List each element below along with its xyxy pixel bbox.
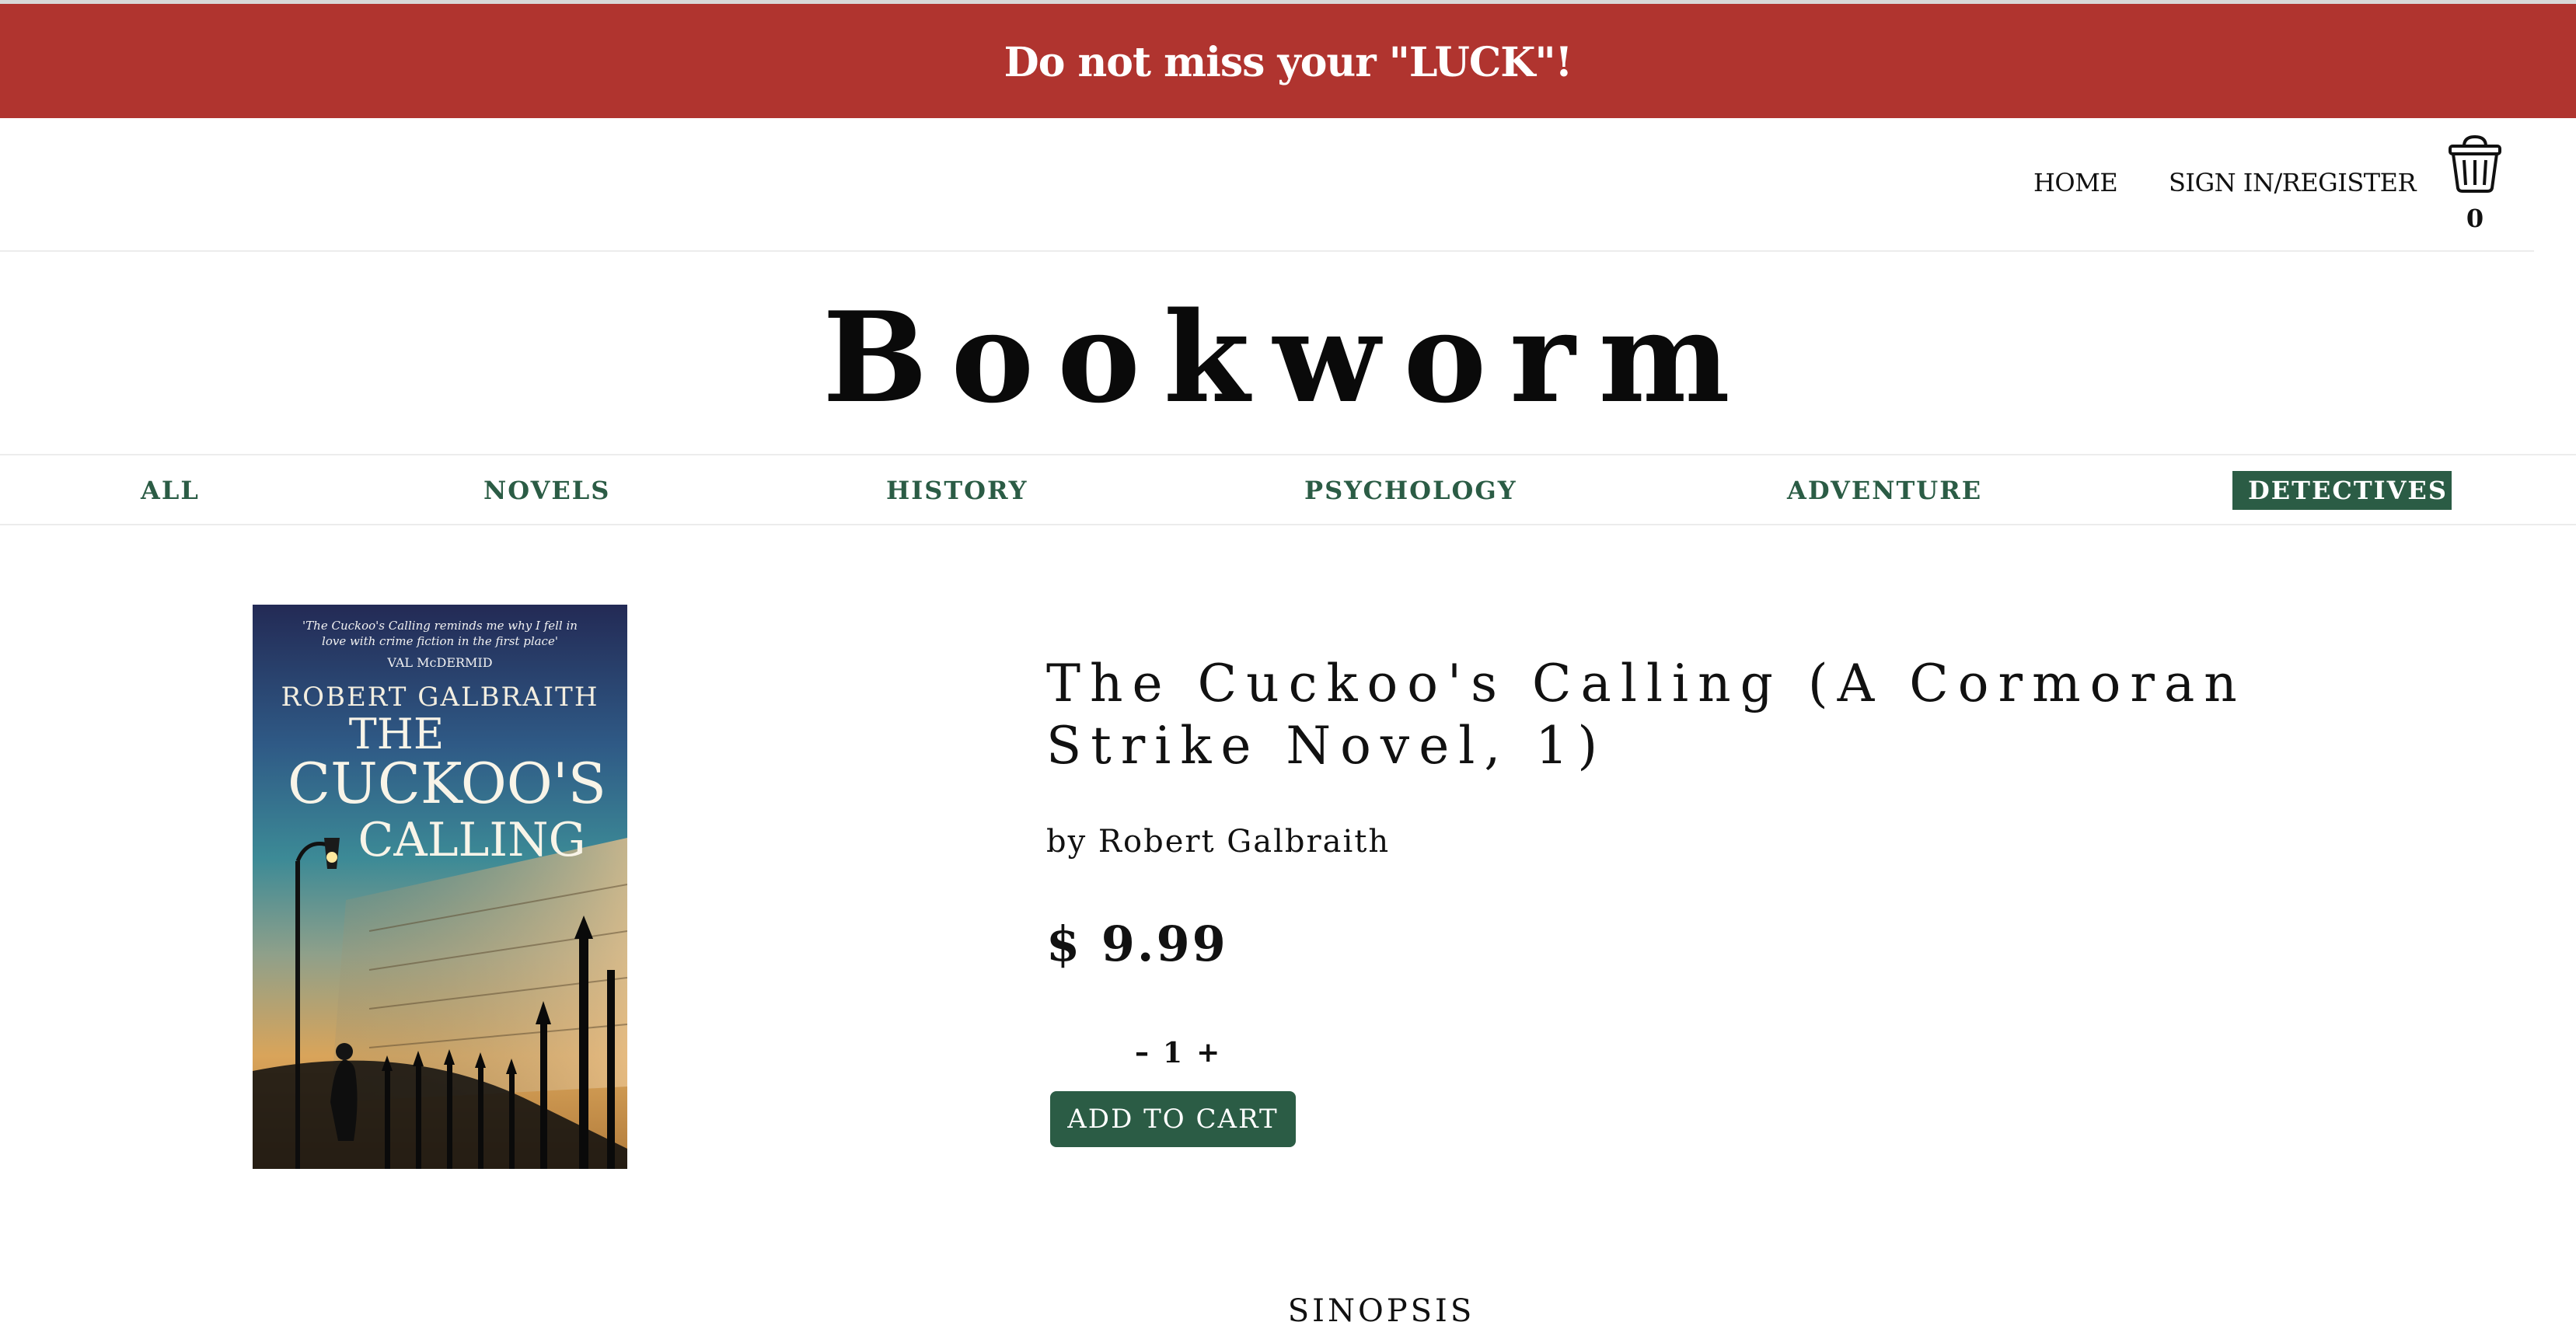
increase-quantity-button[interactable]: + xyxy=(1196,1034,1220,1073)
cover-author: ROBERT GALBRAITH xyxy=(281,682,599,713)
product-price: $ 9.99 xyxy=(1046,916,1228,972)
category-history[interactable]: HISTORY xyxy=(871,471,1043,510)
category-novels[interactable]: NOVELS xyxy=(468,471,626,510)
product-author: by Robert Galbraith xyxy=(1046,824,1391,860)
book-cover-image: 'The Cuckoo's Calling reminds me why I f… xyxy=(253,605,627,1169)
category-adventure[interactable]: ADVENTURE xyxy=(1771,471,1998,510)
cover-quote-2: love with crime fiction in the first pla… xyxy=(322,634,558,648)
book-cover: 'The Cuckoo's Calling reminds me why I f… xyxy=(253,605,627,1169)
cover-quote-author: VAL McDERMID xyxy=(386,655,492,670)
promo-banner: Do not miss your "LUCK"! xyxy=(0,0,2576,118)
category-all[interactable]: ALL xyxy=(125,471,215,510)
basket-icon xyxy=(2449,134,2501,193)
cover-title-line2: CUCKOO'S xyxy=(288,751,606,816)
banner-text: Do not miss your "LUCK"! xyxy=(1004,38,1573,86)
quantity-value: 1 xyxy=(1163,1037,1183,1069)
site-logo[interactable]: Bookworm xyxy=(0,288,2576,427)
nav-divider xyxy=(0,250,2534,252)
banner-top-stripe xyxy=(0,0,2576,4)
add-to-cart-button[interactable]: ADD TO CART xyxy=(1050,1091,1296,1147)
cart-button[interactable]: 0 xyxy=(2445,132,2504,233)
sinopsis-heading: SINOPSIS xyxy=(1287,1293,1475,1329)
cover-title-line3: CALLING xyxy=(358,813,585,867)
nav-sign-in-link[interactable]: SIGN IN/REGISTER xyxy=(2169,168,2417,197)
category-psychology[interactable]: PSYCHOLOGY xyxy=(1289,471,1533,510)
category-detectives[interactable]: DETECTIVES xyxy=(2232,471,2452,510)
product-title: The Cuckoo's Calling (A Cormoran Strike … xyxy=(1046,654,2246,776)
cart-count: 0 xyxy=(2466,204,2484,233)
quantity-stepper: – 1 + xyxy=(1135,1034,1220,1073)
cover-quote-1: 'The Cuckoo's Calling reminds me why I f… xyxy=(302,619,578,633)
decrease-quantity-button[interactable]: – xyxy=(1135,1034,1149,1073)
nav-home-link[interactable]: HOME xyxy=(2033,168,2118,197)
category-bar: ALL NOVELS HISTORY PSYCHOLOGY ADVENTURE … xyxy=(0,454,2576,525)
